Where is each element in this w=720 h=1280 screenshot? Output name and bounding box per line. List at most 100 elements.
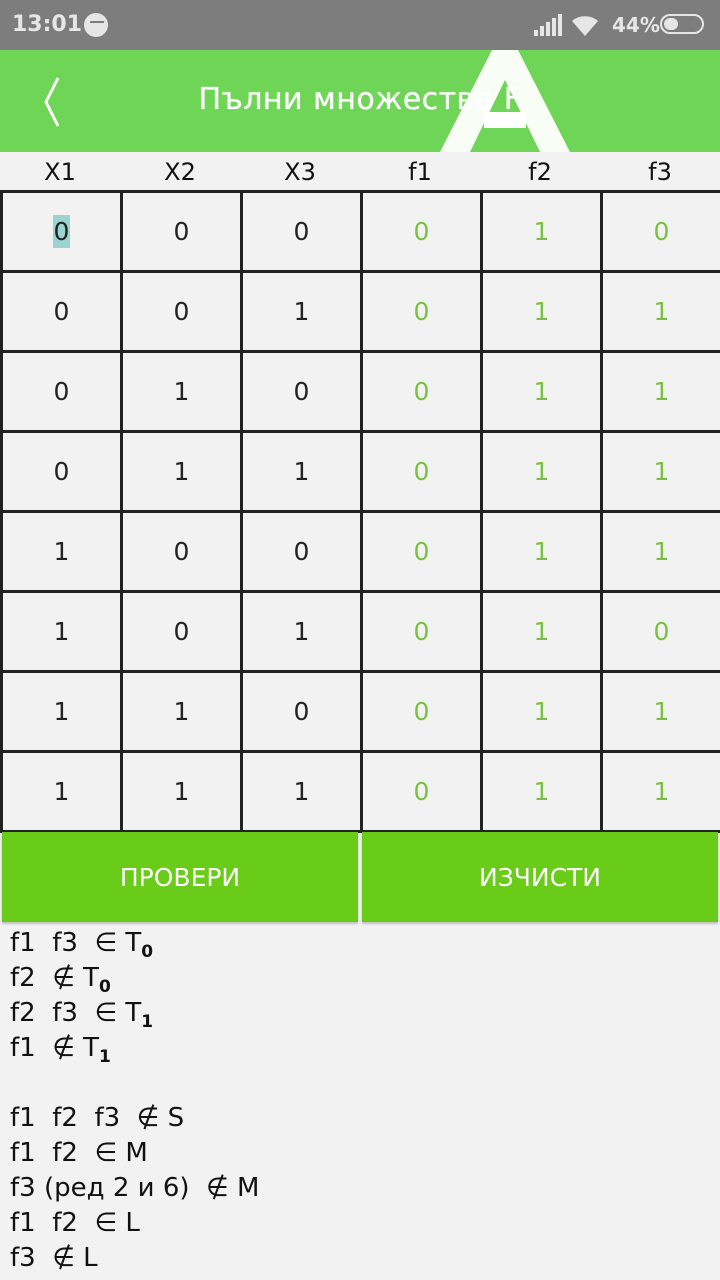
- table-cell-f3[interactable]: 1: [600, 350, 720, 433]
- table-cell-x1[interactable]: 0: [0, 190, 123, 273]
- table-cell-f2[interactable]: 1: [480, 430, 603, 513]
- messenger-icon: [84, 13, 108, 37]
- table-cell-x1[interactable]: 0: [0, 350, 123, 433]
- table-cell-x2[interactable]: 0: [120, 590, 243, 673]
- cell-value: 1: [653, 697, 670, 726]
- cell-value: 0: [173, 217, 190, 246]
- cell-value: 1: [533, 777, 550, 806]
- table-cell-x1[interactable]: 1: [0, 510, 123, 593]
- table-cell-x2[interactable]: 1: [120, 430, 243, 513]
- cell-value: 0: [413, 297, 430, 326]
- table-cell-x3[interactable]: 0: [240, 350, 363, 433]
- table-row: 0 0 0 0 1 0: [0, 190, 720, 273]
- column-header-f2: f2: [528, 158, 552, 186]
- cell-value: 1: [653, 777, 670, 806]
- result-line: f3 (ред 2 и 6) ∉ M: [10, 1171, 710, 1206]
- result-text: f1 f2 f3 ∉ S: [10, 1103, 185, 1133]
- table-cell-x1[interactable]: 1: [0, 750, 123, 833]
- truth-table: 0000100010110100110110111000111010101100…: [0, 190, 720, 833]
- table-cell-x3[interactable]: 0: [240, 190, 363, 273]
- table-cell-x3[interactable]: 1: [240, 270, 363, 353]
- table-cell-x2[interactable]: 0: [120, 510, 243, 593]
- cell-value: 1: [173, 457, 190, 486]
- column-header-x2: X2: [164, 158, 196, 186]
- table-cell-f2[interactable]: 1: [480, 270, 603, 353]
- cell-value: 1: [53, 617, 70, 646]
- table-cell-f3[interactable]: 1: [600, 510, 720, 593]
- table-cell-f2[interactable]: 1: [480, 350, 603, 433]
- cell-value: 1: [173, 777, 190, 806]
- table-cell-x3[interactable]: 0: [240, 670, 363, 753]
- table-cell-f1[interactable]: 0: [360, 750, 483, 833]
- cell-value: 0: [413, 617, 430, 646]
- table-cell-f2[interactable]: 1: [480, 590, 603, 673]
- cell-value: 0: [293, 697, 310, 726]
- table-cell-f2[interactable]: 1: [480, 670, 603, 753]
- result-subscript: 1: [141, 1012, 154, 1032]
- table-cell-f3[interactable]: 1: [600, 430, 720, 513]
- cell-value: 1: [533, 297, 550, 326]
- table-cell-f2[interactable]: 1: [480, 750, 603, 833]
- table-cell-f1[interactable]: 0: [360, 270, 483, 353]
- cell-value: 1: [293, 457, 310, 486]
- table-cell-f1[interactable]: 0: [360, 350, 483, 433]
- table-row: 1 1 1 0 1 1: [0, 750, 720, 833]
- cell-value: 1: [173, 697, 190, 726]
- table-cell-f3[interactable]: 0: [600, 190, 720, 273]
- table-cell-x2[interactable]: 0: [120, 270, 243, 353]
- cell-value: 1: [533, 377, 550, 406]
- table-cell-x2[interactable]: 1: [120, 350, 243, 433]
- table-cell-f1[interactable]: 0: [360, 590, 483, 673]
- check-button[interactable]: ПРОВЕРИ: [2, 832, 358, 922]
- table-cell-f2[interactable]: 1: [480, 190, 603, 273]
- result-line: f1 f2 f3 ∉ S: [10, 1101, 710, 1136]
- cell-value: 0: [653, 617, 670, 646]
- result-line: f1 ∉ T1: [10, 1031, 710, 1067]
- wifi-icon: [572, 16, 598, 36]
- table-row: 0 1 1 0 1 1: [0, 430, 720, 513]
- table-cell-x3[interactable]: 1: [240, 750, 363, 833]
- result-subscript: 0: [141, 942, 154, 962]
- table-cell-x3[interactable]: 0: [240, 510, 363, 593]
- table-cell-x2[interactable]: 0: [120, 190, 243, 273]
- result-subscript: 1: [99, 1047, 111, 1067]
- table-cell-x1[interactable]: 1: [0, 590, 123, 673]
- table-cell-f2[interactable]: 1: [480, 510, 603, 593]
- result-text: f1 f2 ∈ M: [10, 1138, 148, 1168]
- cell-value: 0: [173, 537, 190, 566]
- page-title: Пълни множества F: [198, 82, 522, 117]
- table-cell-f1[interactable]: 0: [360, 670, 483, 753]
- table-cell-f1[interactable]: 0: [360, 430, 483, 513]
- cell-value: 1: [53, 777, 70, 806]
- clear-button[interactable]: ИЗЧИСТИ: [362, 832, 718, 922]
- table-cell-f1[interactable]: 0: [360, 510, 483, 593]
- table-cell-f3[interactable]: 1: [600, 670, 720, 753]
- cell-value: 0: [413, 377, 430, 406]
- table-cell-x3[interactable]: 1: [240, 430, 363, 513]
- table-header: X1 X2 X3 f1 f2 f3: [0, 152, 720, 190]
- cell-value: 1: [53, 537, 70, 566]
- app-bar: Пълни множества F: [0, 50, 720, 152]
- table-cell-f1[interactable]: 0: [360, 190, 483, 273]
- result-text: f3 (ред 2 и 6) ∉ M: [10, 1173, 260, 1203]
- table-cell-x2[interactable]: 1: [120, 670, 243, 753]
- table-cell-f3[interactable]: 1: [600, 750, 720, 833]
- cell-value: 0: [413, 697, 430, 726]
- result-line: f1 f3 ∈ T0: [10, 926, 710, 962]
- table-cell-x1[interactable]: 0: [0, 430, 123, 513]
- result-text: f2 ∉ T: [10, 963, 100, 993]
- table-cell-x1[interactable]: 0: [0, 270, 123, 353]
- table-cell-x2[interactable]: 1: [120, 750, 243, 833]
- table-row: 0 0 1 0 1 1: [0, 270, 720, 353]
- cell-value: 1: [533, 697, 550, 726]
- cell-value: 0: [293, 217, 310, 246]
- cell-value: 0: [173, 617, 190, 646]
- table-cell-x1[interactable]: 1: [0, 670, 123, 753]
- cell-value: 0: [53, 457, 70, 486]
- table-cell-f3[interactable]: 1: [600, 270, 720, 353]
- cell-value: 1: [53, 697, 70, 726]
- table-cell-f3[interactable]: 0: [600, 590, 720, 673]
- table-cell-x3[interactable]: 1: [240, 590, 363, 673]
- results-panel: f1 f3 ∈ T0 f2 ∉ T0 f2 f3 ∈ T1 f1 ∉ T1 f1 f2 …: [10, 926, 710, 1276]
- cell-value: 0: [413, 217, 430, 246]
